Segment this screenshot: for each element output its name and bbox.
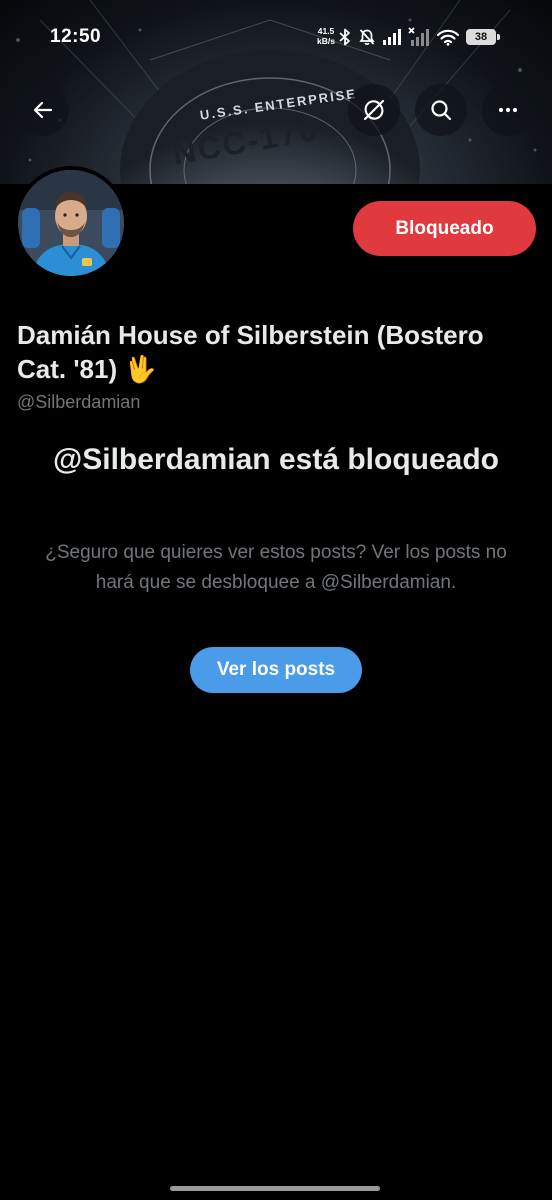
network-speed-unit: kB/s [317, 36, 335, 46]
status-icons: 38 [338, 26, 500, 48]
signal-no-service-icon [408, 27, 429, 46]
avatar-photo [18, 170, 124, 276]
more-options-icon [498, 107, 518, 113]
status-time: 12:50 [50, 26, 102, 47]
status-bar: 12:50 41.5 kB/s 38 [0, 0, 552, 76]
blocked-title: @Silberdamian está bloqueado [52, 443, 499, 476]
vulcan-salute-emoji: 🖖 [124, 354, 157, 384]
more-options-button[interactable] [482, 84, 534, 136]
network-speed-value: 41.5 [317, 26, 335, 36]
search-button[interactable] [415, 84, 467, 136]
view-posts-button[interactable]: Ver los posts [190, 647, 362, 693]
blocked-description: ¿Seguro que quieres ver estos posts? Ver… [45, 542, 507, 593]
network-speed: 41.5 kB/s [313, 26, 339, 46]
blocked-button[interactable]: Bloqueado [353, 201, 536, 256]
bluetooth-icon [339, 28, 350, 46]
avatar[interactable] [14, 166, 128, 280]
gesture-bar[interactable] [170, 1186, 380, 1191]
mute-bell-icon [359, 29, 375, 46]
back-arrow-icon [33, 101, 53, 119]
battery-icon: 38 [466, 29, 500, 45]
wifi-icon [436, 29, 460, 46]
search-icon [431, 100, 452, 121]
grok-button[interactable] [348, 84, 400, 136]
signal-icon [383, 29, 401, 45]
display-name-text: Damián House of Silberstein (Bostero Cat… [17, 320, 484, 384]
user-handle: @Silberdamian [17, 392, 141, 412]
display-name: Damián House of Silberstein (Bostero Cat… [17, 318, 537, 386]
back-button[interactable] [17, 84, 69, 136]
grok-icon [363, 99, 385, 121]
